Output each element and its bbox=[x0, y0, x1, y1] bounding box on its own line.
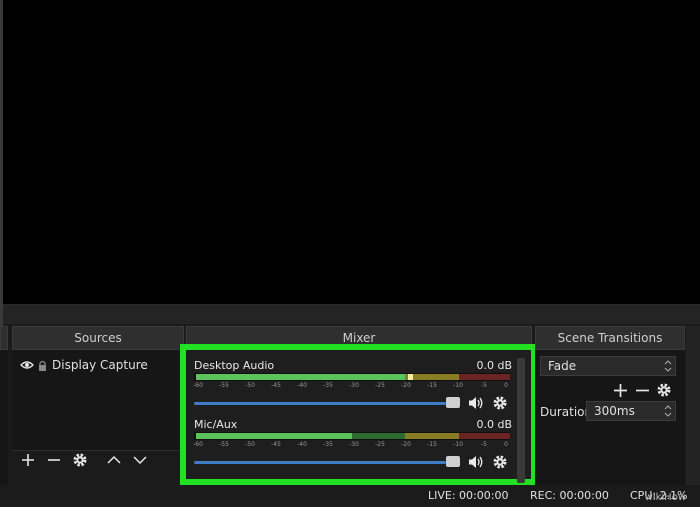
scale-label: -40 bbox=[297, 382, 307, 389]
mixer-title: Mixer bbox=[342, 331, 376, 345]
status-bar: LIVE: 00:00:00 REC: 00:00:00 CPU: 2.1% bbox=[0, 485, 700, 507]
volume-slider-track[interactable] bbox=[194, 402, 446, 405]
source-item-display-capture[interactable]: Display Capture bbox=[20, 357, 148, 373]
scale-label: -25 bbox=[375, 382, 385, 389]
scene-transitions-title: Scene Transitions bbox=[557, 331, 663, 345]
volume-meter bbox=[194, 373, 510, 381]
mixer-panel-highlight: Desktop Audio 0.0 dB -60 -55 -50 -45 -40… bbox=[180, 344, 537, 485]
channel-level: 0.0 dB bbox=[476, 418, 512, 431]
transition-toolbar bbox=[610, 380, 680, 400]
scale-label: -15 bbox=[427, 382, 437, 389]
preview-canvas bbox=[3, 0, 700, 304]
scale-label: -45 bbox=[271, 441, 281, 448]
scale-label: -40 bbox=[297, 441, 307, 448]
channel-level: 0.0 dB bbox=[476, 359, 512, 372]
sources-list[interactable]: Display Capture bbox=[12, 350, 184, 450]
scale-label: -35 bbox=[323, 382, 333, 389]
scale-label: -50 bbox=[245, 382, 255, 389]
scale-label: 0 bbox=[504, 441, 508, 448]
duration-value: 300ms bbox=[594, 404, 635, 418]
sources-toolbar bbox=[18, 450, 168, 470]
scale-label: -5 bbox=[481, 382, 487, 389]
channel-name: Desktop Audio bbox=[194, 359, 275, 372]
duration-label: Duration bbox=[540, 405, 593, 419]
scale-label: -45 bbox=[271, 382, 281, 389]
live-timer: LIVE: 00:00:00 bbox=[428, 489, 509, 502]
channel-name: Mic/Aux bbox=[194, 418, 238, 431]
gear-icon[interactable] bbox=[654, 380, 674, 400]
duration-spinbox[interactable]: 300ms bbox=[586, 401, 676, 421]
scenes-dock-header-edge bbox=[0, 326, 8, 350]
plus-icon[interactable] bbox=[610, 380, 630, 400]
volume-slider-track[interactable] bbox=[194, 461, 446, 464]
minus-icon[interactable] bbox=[44, 450, 64, 470]
preview-divider[interactable] bbox=[3, 304, 700, 324]
scale-label: -25 bbox=[375, 441, 385, 448]
spinner-arrows-icon bbox=[664, 359, 672, 376]
gear-icon[interactable] bbox=[491, 453, 509, 471]
scale-label: -55 bbox=[219, 441, 229, 448]
watermark: wikiHow bbox=[644, 492, 686, 503]
scale-label: -30 bbox=[349, 441, 359, 448]
mixer-channel-desktop-audio: Desktop Audio 0.0 dB -60 -55 -50 -45 -40… bbox=[193, 359, 512, 417]
gear-icon[interactable] bbox=[491, 394, 509, 412]
scale-label: -35 bbox=[323, 441, 333, 448]
scale-label: -10 bbox=[453, 441, 463, 448]
chevron-up-icon[interactable] bbox=[104, 450, 124, 470]
volume-slider-handle[interactable] bbox=[446, 397, 460, 408]
scale-label: -60 bbox=[193, 382, 203, 389]
meter-scale: -60 -55 -50 -45 -40 -35 -30 -25 -20 -15 … bbox=[193, 440, 510, 450]
transition-select[interactable]: Fade bbox=[540, 356, 676, 376]
scale-label: -20 bbox=[401, 441, 411, 448]
spinner-arrows-icon[interactable] bbox=[664, 404, 672, 421]
chevron-down-icon[interactable] bbox=[130, 450, 150, 470]
transition-select-value: Fade bbox=[548, 359, 577, 373]
scale-label: -30 bbox=[349, 382, 359, 389]
volume-meter bbox=[194, 432, 510, 440]
scale-label: 0 bbox=[504, 382, 508, 389]
scale-label: -60 bbox=[193, 441, 203, 448]
scale-label: -50 bbox=[245, 441, 255, 448]
speaker-icon[interactable] bbox=[467, 453, 485, 471]
sources-title: Sources bbox=[74, 331, 122, 345]
mixer-channel-mic-aux: Mic/Aux 0.0 dB -60 -55 -50 -45 -40 -35 -… bbox=[193, 418, 512, 476]
scale-label: -10 bbox=[453, 382, 463, 389]
rec-timer: REC: 00:00:00 bbox=[530, 489, 609, 502]
speaker-icon[interactable] bbox=[467, 394, 485, 412]
scale-label: -5 bbox=[481, 441, 487, 448]
mixer-scrollbar[interactable] bbox=[517, 358, 525, 483]
scene-transitions-dock-header: Scene Transitions bbox=[535, 326, 685, 350]
sources-dock-header: Sources bbox=[12, 326, 184, 350]
volume-slider-handle[interactable] bbox=[446, 456, 460, 467]
plus-icon[interactable] bbox=[18, 450, 38, 470]
scale-label: -15 bbox=[427, 441, 437, 448]
source-item-label: Display Capture bbox=[52, 358, 148, 372]
eye-icon[interactable] bbox=[20, 360, 34, 370]
gear-icon[interactable] bbox=[70, 450, 90, 470]
scale-label: -55 bbox=[219, 382, 229, 389]
lock-icon[interactable] bbox=[38, 360, 47, 371]
meter-scale: -60 -55 -50 -45 -40 -35 -30 -25 -20 -15 … bbox=[193, 381, 510, 391]
scale-label: -20 bbox=[401, 382, 411, 389]
scenes-dock-edge bbox=[0, 350, 8, 485]
right-dock-edge bbox=[686, 326, 700, 485]
minus-icon[interactable] bbox=[632, 380, 652, 400]
